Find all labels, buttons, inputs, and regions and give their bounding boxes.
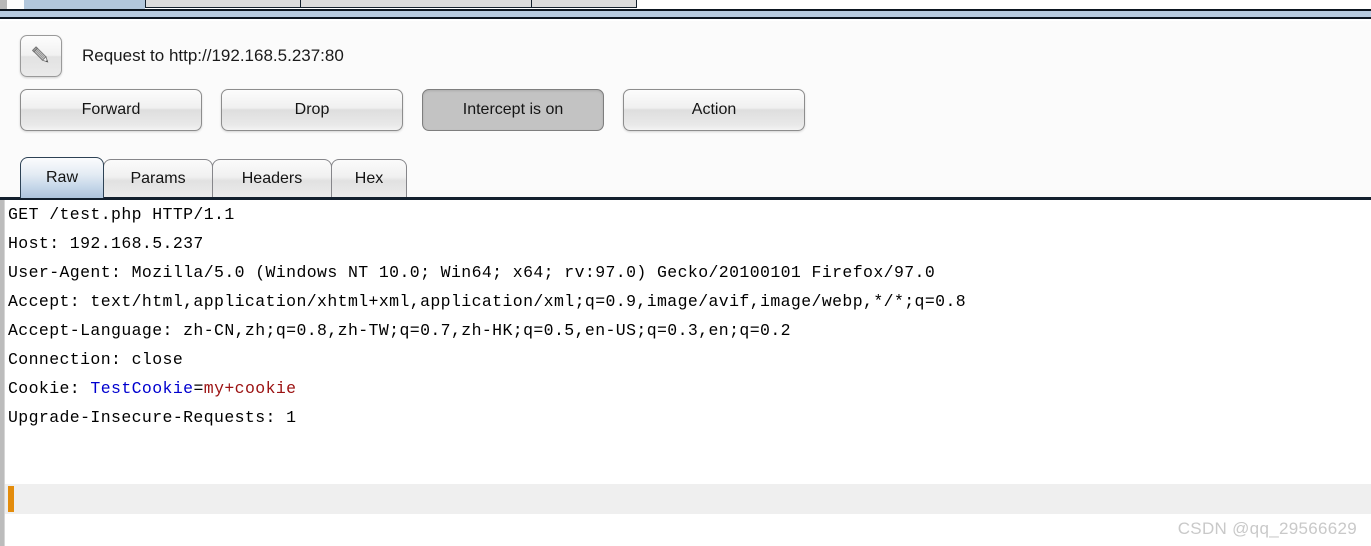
- editor-current-line-highlight: [5, 484, 1371, 514]
- request-line: User-Agent: Mozilla/5.0 (Windows NT 10.0…: [8, 263, 936, 282]
- request-header-row: Request to http://192.168.5.237:80: [20, 35, 344, 77]
- window-tab-strip: [0, 0, 1371, 9]
- window-left-edge: [0, 0, 7, 9]
- request-line: Upgrade-Insecure-Requests: 1: [8, 408, 297, 427]
- forward-button[interactable]: Forward: [20, 89, 202, 131]
- cookie-name: TestCookie: [90, 379, 194, 398]
- tab-headers-label: Headers: [241, 170, 303, 187]
- tab-raw[interactable]: Raw: [20, 157, 104, 198]
- request-title: Request to http://192.168.5.237:80: [82, 46, 344, 65]
- editor-caret: [8, 486, 14, 512]
- tab-params-label: Params: [130, 170, 186, 187]
- request-line: Host: 192.168.5.237: [8, 234, 204, 253]
- request-line: Connection: close: [8, 350, 184, 369]
- tab-raw-label: Raw: [45, 169, 78, 186]
- tab-headers[interactable]: Headers: [212, 159, 332, 198]
- action-button[interactable]: Action: [623, 89, 805, 131]
- cookie-prefix: Cookie:: [8, 379, 91, 398]
- window-tab-3[interactable]: [532, 0, 637, 8]
- cookie-equals: =: [193, 379, 204, 398]
- tab-underline-bar: [0, 9, 1371, 19]
- tab-hex[interactable]: Hex: [331, 159, 407, 198]
- window-tab-2[interactable]: [301, 0, 532, 8]
- tab-params[interactable]: Params: [103, 159, 213, 198]
- window-tab-partial-left[interactable]: [7, 0, 25, 8]
- intercept-toggle-button[interactable]: Intercept is on: [422, 89, 604, 131]
- request-line: Accept: text/html,application/xhtml+xml,…: [8, 292, 967, 311]
- message-view-tabs: Raw Params Headers Hex: [20, 157, 407, 198]
- drop-button[interactable]: Drop: [221, 89, 403, 131]
- request-line-cookie: Cookie: TestCookie=my+cookie: [8, 374, 1371, 403]
- window-tab-selected[interactable]: [24, 0, 145, 9]
- editor-lines: GET /test.php HTTP/1.1 Host: 192.168.5.2…: [8, 200, 1371, 432]
- intercept-panel: Request to http://192.168.5.237:80 Forwa…: [0, 21, 1371, 546]
- window-tab-1[interactable]: [145, 0, 301, 8]
- request-line: GET /test.php HTTP/1.1: [8, 205, 235, 224]
- pencil-edit-icon[interactable]: [20, 35, 62, 77]
- intercept-toolbar: Forward Drop Intercept is on Action: [20, 89, 824, 131]
- watermark: CSDN @qq_29566629: [1177, 519, 1357, 538]
- cookie-value: my+cookie: [203, 379, 297, 398]
- raw-request-editor[interactable]: GET /test.php HTTP/1.1 Host: 192.168.5.2…: [0, 200, 1371, 546]
- tab-hex-label: Hex: [354, 170, 384, 187]
- request-line: Accept-Language: zh-CN,zh;q=0.8,zh-TW;q=…: [8, 321, 791, 340]
